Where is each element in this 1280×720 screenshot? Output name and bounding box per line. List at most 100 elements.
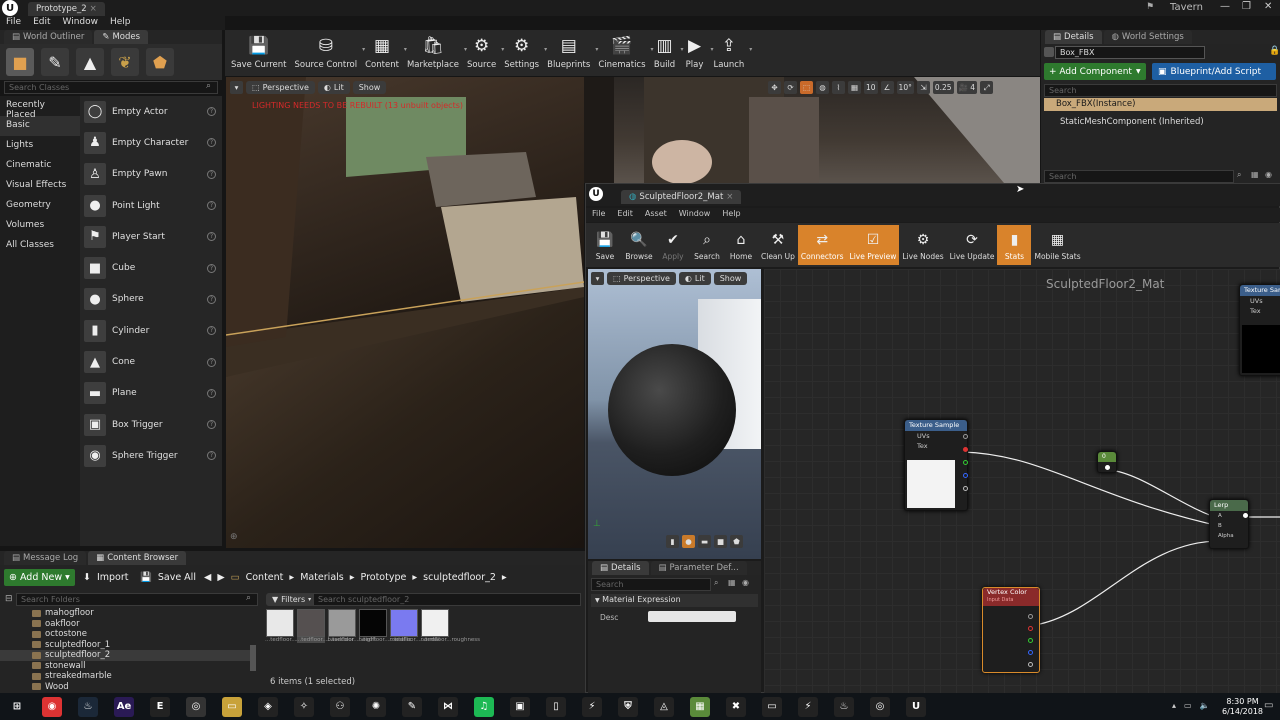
build-button[interactable]: ▥ Build ▾ — [650, 30, 684, 76]
close-icon[interactable]: × — [90, 4, 97, 14]
asset-tile[interactable]: ...tedfloor...height — [327, 609, 376, 643]
taskbar-minecraft[interactable]: ▦ — [682, 693, 718, 720]
place-item-cone[interactable]: ▲ Cone? — [80, 346, 222, 377]
crumb-sculptedfloor-2[interactable]: sculptedfloor_2 — [423, 572, 496, 583]
taskbar-start[interactable]: ⊞ — [0, 693, 34, 720]
maximize-button[interactable]: ❐ — [1242, 1, 1251, 12]
folder-search-input[interactable]: Search Folders — [16, 593, 258, 606]
preview-menu-button[interactable]: ▾ — [591, 272, 604, 285]
clock[interactable]: 8:30 PM 6/14/2018 — [1222, 697, 1263, 717]
folder-item[interactable]: mahogfloor — [0, 608, 250, 619]
filters-button[interactable]: ▼ Filters ▾ — [266, 593, 318, 606]
minimize-button[interactable]: — — [1220, 1, 1230, 12]
material-graph[interactable]: SculptedFloor2_Mat Texture Sample UVs Te… — [764, 269, 1280, 694]
tab-world-outliner[interactable]: ▤ World Outliner — [4, 30, 93, 44]
crumb-prototype[interactable]: Prototype — [361, 572, 407, 583]
add-new-button[interactable]: ⊕ Add New ▼ — [4, 569, 75, 586]
place-item-box-trigger[interactable]: ▣ Box Trigger? — [80, 409, 222, 440]
taskbar-app-22[interactable]: ▭ — [754, 693, 790, 720]
asset-tile[interactable]: ...tedfloor...AO — [265, 609, 304, 643]
help-icon[interactable]: ? — [207, 201, 216, 211]
level-viewport[interactable]: ▾ ⬚ Perspective ◐ Lit Show LIGHTING NEEDS … — [226, 77, 584, 548]
mat-menu-asset[interactable]: Asset — [639, 208, 673, 222]
chevron-up-icon[interactable]: ▴ — [1172, 701, 1176, 710]
help-icon[interactable]: ? — [207, 326, 216, 336]
source-button[interactable]: ⚙ Source ▾ — [463, 30, 504, 76]
preview-plane-button[interactable]: ▬ — [698, 535, 711, 548]
place-item-empty-pawn[interactable]: ♙ Empty Pawn? — [80, 159, 222, 190]
vc-a-pin[interactable] — [1028, 662, 1033, 667]
category-geometry[interactable]: Geometry — [0, 196, 80, 216]
mat-stats-button[interactable]: ▮ Stats — [997, 225, 1032, 265]
material-doc-tab[interactable]: ◍ SculptedFloor2_Mat × — [621, 190, 742, 204]
blueprint-add-script-button[interactable]: ▣ Blueprint/Add Script — [1152, 63, 1276, 80]
help-icon[interactable]: ? — [207, 357, 216, 367]
maximize-viewport-button[interactable]: ⤢ — [980, 81, 994, 94]
mat-apply-button[interactable]: ✔ Apply — [656, 225, 690, 265]
geometry-mode-button[interactable]: ⬟ — [146, 48, 174, 76]
folder-item[interactable]: octostone — [0, 629, 250, 640]
scale-tool-button[interactable]: ⬚ — [800, 81, 813, 94]
crumb-materials[interactable]: Materials — [300, 572, 344, 583]
chevron-down-icon[interactable]: ▾ — [749, 46, 752, 53]
place-item-cylinder[interactable]: ▮ Cylinder? — [80, 315, 222, 346]
output-a-pin[interactable] — [963, 486, 968, 491]
help-icon[interactable]: ? — [207, 138, 216, 148]
folder-item[interactable]: oakfloor — [0, 619, 250, 630]
mat-search-button[interactable]: ⌕ Search — [690, 225, 724, 265]
taskbar-app-23[interactable]: ⚡ — [790, 693, 826, 720]
place-item-sphere-trigger[interactable]: ◉ Sphere Trigger? — [80, 440, 222, 471]
mat-clean-up-button[interactable]: ⚒ Clean Up — [758, 225, 798, 265]
volume-icon[interactable]: 🔈 — [1200, 701, 1210, 710]
preview-sphere-button[interactable]: ● — [682, 535, 695, 548]
vc-g-pin[interactable] — [1028, 638, 1033, 643]
texture-sample-node[interactable]: Texture Sample UVs Tex — [904, 419, 968, 511]
material-preview-viewport[interactable]: ▾ ⬚ Perspective ◐ Lit Show ▮ ● ▬ ■ ⬟ ⊥ — [588, 269, 761, 559]
lerp-output-pin[interactable] — [1243, 513, 1248, 518]
taskbar-app-12[interactable]: ✎ — [394, 693, 430, 720]
taskbar-vr-2[interactable]: ◎ — [862, 693, 898, 720]
lit-button[interactable]: ◐ Lit — [317, 81, 350, 94]
asset-tile[interactable]: ...tedfloor...normal — [389, 609, 440, 643]
cinematics-button[interactable]: 🎬 Cinematics ▾ — [594, 30, 653, 76]
network-icon[interactable]: ▭ — [1184, 701, 1192, 710]
save-all-button[interactable]: 💾 Save All — [140, 572, 196, 583]
place-item-cube[interactable]: ■ Cube? — [80, 252, 222, 283]
menu-edit[interactable]: Edit — [27, 16, 56, 30]
launch-button[interactable]: ⇪ Launch ▾ — [710, 30, 753, 76]
place-item-empty-actor[interactable]: ◯ Empty Actor? — [80, 96, 222, 127]
eye-icon[interactable]: ◉ — [742, 578, 749, 587]
taskbar-app-18[interactable]: ⛨ — [610, 693, 646, 720]
taskbar-app-9[interactable]: ✧ — [286, 693, 322, 720]
taskbar-vr[interactable]: ◎ — [178, 693, 214, 720]
settings-button[interactable]: ⚙ Settings ▾ — [500, 30, 547, 76]
class-search-input[interactable]: Search Classes — [4, 81, 218, 94]
world-local-button[interactable]: ◍ — [816, 81, 829, 94]
angle-snap-toggle[interactable]: ∠ — [880, 81, 894, 94]
source-control-button[interactable]: ⛁ Source Control ▾ — [291, 30, 366, 76]
help-icon[interactable]: ? — [207, 451, 216, 461]
material-expression-section[interactable]: ▼ Material Expression — [591, 594, 758, 607]
category-all-classes[interactable]: All Classes — [0, 236, 80, 256]
notifications-icon[interactable]: ▭ — [1264, 700, 1273, 711]
add-component-button[interactable]: + Add Component ▼ — [1044, 63, 1146, 80]
vc-b-pin[interactable] — [1028, 650, 1033, 655]
menu-file[interactable]: File — [0, 16, 27, 30]
help-icon[interactable]: ? — [207, 232, 216, 242]
perspective-button[interactable]: ⬚ Perspective — [246, 81, 315, 94]
tab-content-browser[interactable]: ▦ Content Browser — [88, 551, 187, 565]
collapse-sources-icon[interactable]: ⊟ — [5, 594, 13, 604]
help-icon[interactable]: ? — [207, 388, 216, 398]
marketplace-button[interactable]: 🛍 Marketplace ▾ — [403, 30, 467, 76]
vertex-color-node[interactable]: Vertex Color Input Data — [982, 587, 1040, 673]
folder-item[interactable]: sculptedfloor_2 — [0, 650, 250, 661]
mat-live-nodes-button[interactable]: ⚙ Live Nodes — [899, 225, 946, 265]
foliage-mode-button[interactable]: ❦ — [111, 48, 139, 76]
folder-item[interactable]: sculptedfloor_1 — [0, 640, 250, 651]
component-root[interactable]: Box_FBX(Instance) — [1044, 98, 1277, 111]
folder-item[interactable]: streakedmarble — [0, 671, 250, 682]
tab-details[interactable]: ▤ Details — [1045, 30, 1102, 44]
scale-snap-value[interactable]: 0.25 — [932, 81, 954, 94]
taskbar-app-21[interactable]: ✖ — [718, 693, 754, 720]
menu-help[interactable]: Help — [104, 16, 137, 30]
